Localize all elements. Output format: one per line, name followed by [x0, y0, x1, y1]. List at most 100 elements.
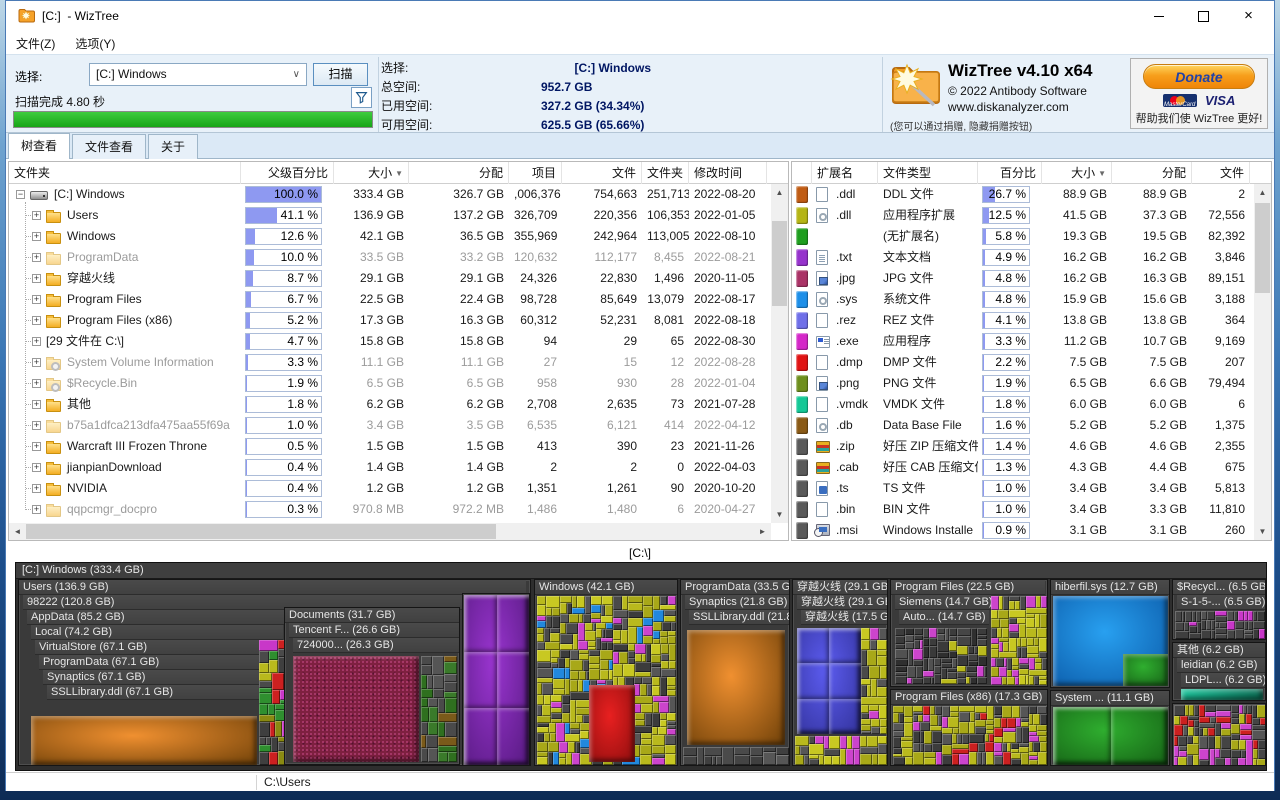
filter-button[interactable] — [351, 87, 372, 108]
scan-button[interactable]: 扫描 — [313, 63, 368, 86]
column-header[interactable]: 项目 — [509, 162, 562, 184]
column-header[interactable]: 大小▼ — [1042, 162, 1112, 184]
drive-select[interactable]: [C:] Windows ∨ — [89, 63, 307, 86]
menu-item[interactable]: 文件(Z) — [6, 31, 65, 56]
donate-button[interactable]: Donate — [1143, 64, 1255, 89]
treemap-region-documents[interactable]: Documents (31.7 GB)Tencent F... (26.6 GB… — [284, 607, 460, 765]
table-row[interactable]: +Program Files (x86)5.2 %17.3 GB16.3 GB6… — [9, 310, 788, 331]
table-row[interactable]: +qqpcmgr_docpro0.3 %970.8 MB972.2 MB1,48… — [9, 499, 788, 520]
maximize-button[interactable] — [1181, 1, 1226, 31]
table-row[interactable]: +b75a1dfca213dfa475aa55f69a1.0 %3.4 GB3.… — [9, 415, 788, 436]
cell: 6.0 GB — [1112, 394, 1192, 415]
table-row[interactable]: .sys系统文件4.8 %15.9 GB15.6 GB3,188 — [792, 289, 1271, 310]
table-row[interactable]: .vmdkVMDK 文件1.8 %6.0 GB6.0 GB6 — [792, 394, 1271, 415]
treemap-region-program-files-x86[interactable]: Program Files (x86) (17.3 GB) — [890, 689, 1048, 766]
table-row[interactable]: +Program Files6.7 %22.5 GB22.4 GB98,7288… — [9, 289, 788, 310]
column-header[interactable]: 文件夹 — [642, 162, 689, 184]
expand-icon[interactable]: + — [32, 442, 41, 451]
table-row[interactable]: .binBIN 文件1.0 %3.4 GB3.3 GB11,810 — [792, 499, 1271, 520]
table-row[interactable]: +NVIDIA0.4 %1.2 GB1.2 GB1,3511,261902020… — [9, 478, 788, 499]
treemap-region-qita[interactable]: 其他 (6.2 GB)leidian (6.2 GB)LDPL... (6.2 … — [1172, 642, 1266, 701]
table-row[interactable]: +Warcraft III Frozen Throne0.5 %1.5 GB1.… — [9, 436, 788, 457]
table-row[interactable]: .jpgJPG 文件4.8 %16.2 GB16.3 GB89,151 — [792, 268, 1271, 289]
treemap-region-recycle-bin[interactable]: $Recycl... (6.5 GB)S-1-5-... (6.5 GB) — [1172, 579, 1266, 640]
collapse-icon[interactable]: − — [16, 190, 25, 199]
treemap-label: Local (74.2 GB) — [31, 625, 283, 640]
treemap-region-hiberfil[interactable]: hiberfil.sys (12.7 GB) — [1050, 579, 1170, 688]
expand-icon[interactable]: + — [32, 358, 41, 367]
treemap-region-purple-column[interactable] — [462, 593, 530, 766]
table-row[interactable]: +其他1.8 %6.2 GB6.2 GB2,7082,635732021-07-… — [9, 394, 788, 415]
expand-icon[interactable]: + — [32, 274, 41, 283]
minimize-button[interactable] — [1136, 1, 1181, 31]
table-row[interactable]: +Windows12.6 %42.1 GB36.5 GB355,969242,9… — [9, 226, 788, 247]
expand-icon[interactable]: + — [32, 484, 41, 493]
table-row[interactable]: +穿越火线8.7 %29.1 GB29.1 GB24,32622,8301,49… — [9, 268, 788, 289]
expand-icon[interactable]: + — [32, 421, 41, 430]
table-row[interactable]: .ddlDDL 文件26.7 %88.9 GB88.9 GB2 — [792, 184, 1271, 205]
column-header[interactable]: 分配 — [409, 162, 509, 184]
expand-icon[interactable]: + — [32, 232, 41, 241]
vertical-scrollbar[interactable]: ▲▼ — [1254, 184, 1271, 540]
treemap-region-windows[interactable]: Windows (42.1 GB) — [534, 579, 678, 766]
expand-icon[interactable]: + — [32, 337, 41, 346]
table-row[interactable]: +ProgramData10.0 %33.5 GB33.2 GB120,6321… — [9, 247, 788, 268]
treemap-region-bottom-right-files[interactable] — [1172, 703, 1266, 766]
column-header[interactable]: 百分比 — [978, 162, 1042, 184]
vertical-scrollbar[interactable]: ▲▼ — [771, 184, 788, 523]
column-header[interactable]: 大小▼ — [334, 162, 409, 184]
treemap-region-program-files[interactable]: Program Files (22.5 GB)Siemens (14.7 GB)… — [890, 579, 1048, 687]
table-row[interactable]: .dll应用程序扩展12.5 %41.5 GB37.3 GB72,556 — [792, 205, 1271, 226]
table-row[interactable]: +$Recycle.Bin1.9 %6.5 GB6.5 GB9589302820… — [9, 373, 788, 394]
title-bar[interactable]: [C:] - WizTree × — [6, 1, 1274, 31]
table-row[interactable]: .cab好压 CAB 压缩文件1.3 %4.3 GB4.4 GB675 — [792, 457, 1271, 478]
table-row[interactable]: .pngPNG 文件1.9 %6.5 GB6.6 GB79,494 — [792, 373, 1271, 394]
table-row[interactable]: .dbData Base File1.6 %5.2 GB5.2 GB1,375 — [792, 415, 1271, 436]
treemap[interactable]: [C:] Windows (333.4 GB)Users (136.9 GB)9… — [15, 562, 1267, 771]
column-header[interactable]: 文件类型 — [878, 162, 978, 184]
expand-icon[interactable]: + — [32, 505, 41, 514]
table-row[interactable]: −[C:] Windows100.0 %333.4 GB326.7 GB,006… — [9, 184, 788, 205]
column-header[interactable]: 文件 — [1192, 162, 1250, 184]
column-header[interactable]: 分配 — [1112, 162, 1192, 184]
cell: 2022-08-10 — [689, 226, 767, 247]
expand-icon[interactable]: + — [32, 211, 41, 220]
treemap-region-system[interactable]: System ... (11.1 GB) — [1050, 690, 1170, 766]
table-row[interactable]: .dmpDMP 文件2.2 %7.5 GB7.5 GB207 — [792, 352, 1271, 373]
treemap-region-programdata[interactable]: ProgramData (33.5 GB)Synaptics (21.8 GB)… — [680, 579, 790, 766]
expand-icon[interactable]: + — [32, 400, 41, 409]
expand-icon[interactable]: + — [32, 253, 41, 262]
table-row[interactable]: +[29 文件在 C:\]4.7 %15.8 GB15.8 GB94296520… — [9, 331, 788, 352]
table-row[interactable]: +System Volume Information3.3 %11.1 GB11… — [9, 352, 788, 373]
cell: 82,392 — [1192, 226, 1250, 247]
folder-icon — [46, 233, 61, 244]
website-link[interactable]: www.diskanalyzer.com — [948, 100, 1069, 114]
table-row[interactable]: .rezREZ 文件4.1 %13.8 GB13.8 GB364 — [792, 310, 1271, 331]
treemap-region-chuanyuehuoxian[interactable]: 穿越火线 (29.1 GB)穿越火线 (29.1 GB)穿越火线 (17.5 G… — [792, 579, 888, 766]
treemap-root-label[interactable]: [C:] Windows (333.4 GB) — [16, 563, 1266, 579]
tab-文件查看[interactable]: 文件查看 — [72, 134, 146, 159]
expand-icon[interactable]: + — [32, 463, 41, 472]
tab-关于[interactable]: 关于 — [148, 134, 198, 159]
table-row[interactable]: +Users41.1 %136.9 GB137.2 GB326,709220,3… — [9, 205, 788, 226]
expand-icon[interactable]: + — [32, 295, 41, 304]
close-button[interactable]: × — [1226, 1, 1271, 31]
horizontal-scrollbar[interactable]: ◄► — [9, 523, 771, 540]
column-header[interactable]: 父级百分比 — [241, 162, 334, 184]
table-row[interactable]: .msiWindows Installe0.9 %3.1 GB3.1 GB260 — [792, 520, 1271, 541]
column-header[interactable]: 文件夹 — [9, 162, 241, 184]
column-header[interactable] — [792, 162, 812, 184]
tab-树查看[interactable]: 树查看 — [8, 133, 70, 159]
table-row[interactable]: +jianpianDownload0.4 %1.4 GB1.4 GB220202… — [9, 457, 788, 478]
table-row[interactable]: .tsTS 文件1.0 %3.4 GB3.4 GB5,813 — [792, 478, 1271, 499]
table-row[interactable]: .txt文本文档4.9 %16.2 GB16.2 GB3,846 — [792, 247, 1271, 268]
column-header[interactable]: 文件 — [562, 162, 642, 184]
expand-icon[interactable]: + — [32, 379, 41, 388]
table-row[interactable]: (无扩展名)5.8 %19.3 GB19.5 GB82,392 — [792, 226, 1271, 247]
menu-item[interactable]: 选项(Y) — [65, 31, 125, 56]
column-header[interactable]: 修改时间 — [689, 162, 767, 184]
column-header[interactable]: 扩展名 — [812, 162, 878, 184]
expand-icon[interactable]: + — [32, 316, 41, 325]
table-row[interactable]: .exe应用程序3.3 %11.2 GB10.7 GB9,169 — [792, 331, 1271, 352]
table-row[interactable]: .zip好压 ZIP 压缩文件1.4 %4.6 GB4.6 GB2,355 — [792, 436, 1271, 457]
